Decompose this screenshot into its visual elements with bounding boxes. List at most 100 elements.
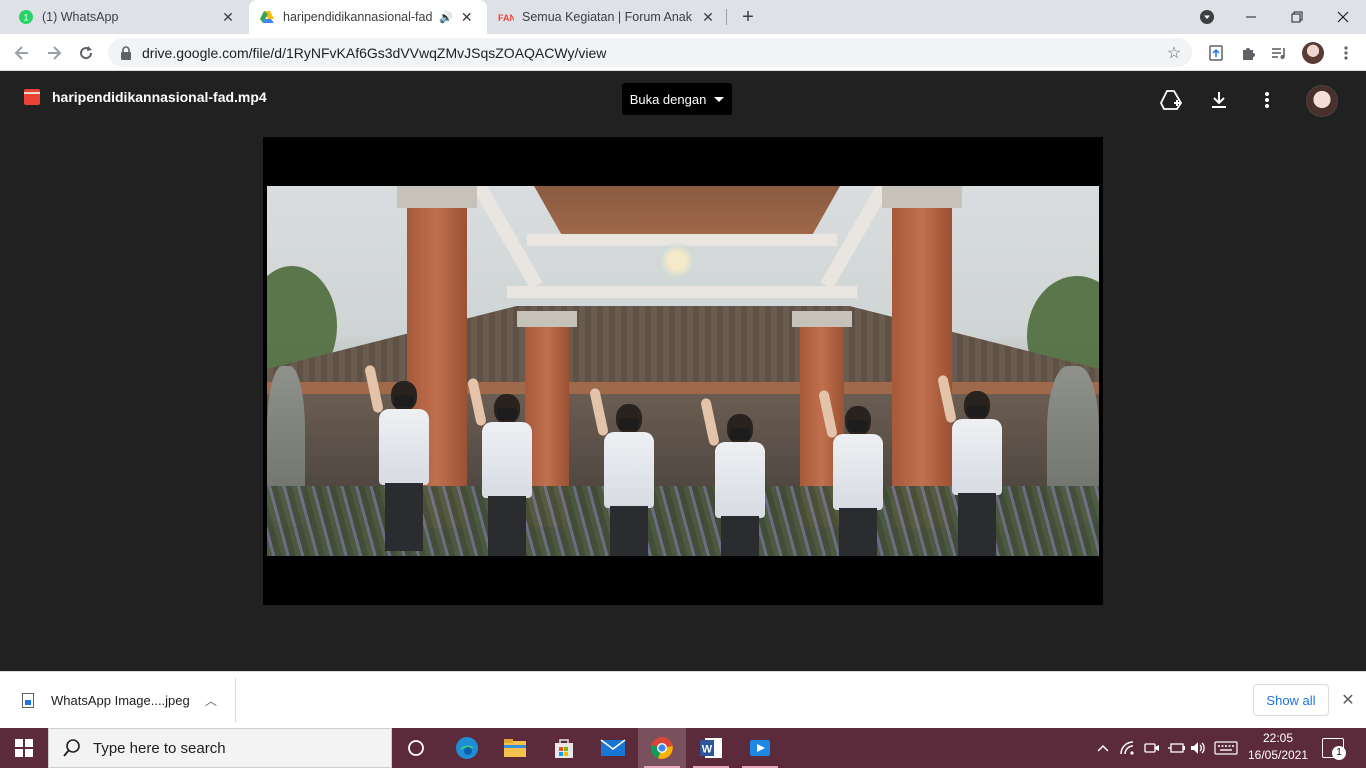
forward-arrow-icon: [48, 46, 62, 60]
clock-date: 16/05/2021: [1247, 748, 1309, 762]
close-window-button[interactable]: [1320, 0, 1366, 34]
video-editor-app[interactable]: [736, 728, 784, 768]
task-view-icon: [408, 740, 424, 756]
chevron-up-icon[interactable]: ︿: [201, 692, 221, 709]
fan-logo-icon: FAN: [498, 9, 514, 25]
reload-button[interactable]: [72, 39, 100, 67]
volume-icon[interactable]: [1188, 728, 1208, 768]
tab-title: Semua Kegiatan | Forum Anak Nasional: [522, 10, 694, 24]
back-arrow-icon: [14, 46, 28, 60]
battery-icon[interactable]: [1166, 728, 1186, 768]
meet-now-icon[interactable]: [1142, 728, 1162, 768]
chrome-icon: [651, 737, 673, 759]
store-app[interactable]: [540, 728, 588, 768]
windows-logo-icon: [15, 739, 33, 757]
open-with-label: Buka dengan: [629, 91, 707, 107]
taskbar-search-input[interactable]: Type here to search: [48, 728, 392, 768]
forward-button[interactable]: [40, 39, 68, 67]
file-explorer-app[interactable]: [491, 728, 539, 768]
search-icon: [63, 739, 81, 757]
add-to-drive-button[interactable]: [1158, 87, 1184, 113]
download-file-name[interactable]: WhatsApp Image....jpeg: [51, 693, 201, 708]
browser-menu-icon[interactable]: [1334, 41, 1358, 65]
open-with-button[interactable]: Buka dengan: [622, 83, 732, 115]
show-hidden-icons[interactable]: [1094, 728, 1112, 768]
lens-flare: [657, 241, 697, 281]
download-item[interactable]: WhatsApp Image....jpeg ︿: [0, 678, 236, 723]
tab-search-button[interactable]: [1184, 0, 1230, 34]
browser-toolbar: drive.google.com/file/d/1RyNFvKAf6Gs3dVV…: [0, 34, 1366, 71]
video-editor-icon: [750, 740, 770, 756]
pillar-cap: [397, 186, 477, 208]
video-frame: [267, 186, 1099, 556]
tab-drive-video[interactable]: haripendidikannasional-fad.mp4 🔊 ✕: [249, 0, 487, 34]
pillar-cap: [517, 311, 577, 327]
edge-icon: [456, 737, 478, 759]
audio-playing-icon[interactable]: 🔊: [439, 11, 453, 24]
svg-text:W: W: [702, 744, 713, 756]
windows-taskbar: Type here to search W 22:05 16/05/2021 1: [0, 728, 1366, 768]
search-placeholder: Type here to search: [93, 739, 226, 757]
lock-icon[interactable]: [120, 45, 134, 60]
word-icon: W: [700, 738, 722, 758]
file-title: haripendidikannasional-fad.mp4: [24, 89, 267, 105]
url-text[interactable]: drive.google.com/file/d/1RyNFvKAf6Gs3dVV…: [142, 45, 1164, 61]
address-bar[interactable]: drive.google.com/file/d/1RyNFvKAf6Gs3dVV…: [108, 38, 1192, 67]
store-icon: [555, 739, 573, 758]
new-tab-button[interactable]: +: [736, 5, 760, 29]
close-tab-icon[interactable]: ✕: [459, 9, 475, 25]
brick-pillar: [892, 208, 952, 528]
extension-share-icon[interactable]: [1204, 41, 1228, 65]
more-vert-icon: [1265, 92, 1269, 108]
system-clock[interactable]: 22:05 16/05/2021: [1244, 730, 1312, 766]
bookmark-star-icon[interactable]: ☆: [1164, 43, 1184, 63]
reload-icon: [80, 46, 93, 60]
tab-separator: [726, 9, 727, 25]
close-icon: [1337, 11, 1349, 23]
video-player[interactable]: [263, 137, 1103, 605]
drive-viewer: haripendidikannasional-fad.mp4 Buka deng…: [0, 71, 1366, 671]
chevron-up-icon: [1097, 744, 1109, 752]
back-button[interactable]: [8, 39, 36, 67]
mail-icon: [600, 739, 626, 756]
tab-title: haripendidikannasional-fad.mp4: [283, 10, 433, 24]
tab-title: (1) WhatsApp: [42, 10, 119, 24]
google-drive-icon: [259, 9, 275, 25]
account-avatar[interactable]: [1306, 85, 1338, 117]
download-icon: [1212, 92, 1226, 108]
file-name: haripendidikannasional-fad.mp4: [52, 89, 267, 105]
whatsapp-icon: 1: [18, 9, 34, 25]
keyboard-icon[interactable]: [1212, 728, 1240, 768]
whatsapp-badge: 1: [23, 13, 28, 23]
word-app[interactable]: W: [687, 728, 735, 768]
pillar-cap: [882, 186, 962, 208]
minimize-button[interactable]: [1228, 0, 1274, 34]
restore-icon: [1291, 11, 1303, 23]
close-tab-icon[interactable]: ✕: [700, 9, 716, 25]
download-button[interactable]: [1206, 87, 1232, 113]
restore-button[interactable]: [1274, 0, 1320, 34]
tab-search-icon: [1200, 10, 1214, 24]
download-shelf: WhatsApp Image....jpeg ︿ Show all ✕: [0, 671, 1366, 728]
pillar-cap: [792, 311, 852, 327]
close-shelf-icon[interactable]: ✕: [1338, 690, 1358, 710]
caret-down-icon: [714, 96, 725, 102]
start-button[interactable]: [0, 728, 48, 768]
add-to-drive-icon: [1160, 90, 1182, 110]
image-file-icon: [22, 693, 34, 708]
close-tab-icon[interactable]: ✕: [220, 9, 236, 25]
tab-forum-anak[interactable]: FAN Semua Kegiatan | Forum Anak Nasional…: [488, 0, 726, 34]
task-view-button[interactable]: [392, 728, 440, 768]
more-actions-button[interactable]: [1254, 87, 1280, 113]
profile-avatar[interactable]: [1302, 42, 1324, 64]
media-control-icon[interactable]: [1267, 41, 1291, 65]
mail-app[interactable]: [589, 728, 637, 768]
extensions-puzzle-icon[interactable]: [1236, 41, 1260, 65]
edge-app[interactable]: [443, 728, 491, 768]
browser-tab-strip: 1 (1) WhatsApp ✕ haripendidikannasional-…: [0, 0, 1366, 34]
network-icon[interactable]: [1118, 728, 1138, 768]
chrome-app[interactable]: [638, 728, 686, 768]
tab-whatsapp[interactable]: 1 (1) WhatsApp ✕: [8, 0, 246, 34]
roof-beam: [507, 286, 857, 298]
show-all-button[interactable]: Show all: [1253, 684, 1329, 716]
